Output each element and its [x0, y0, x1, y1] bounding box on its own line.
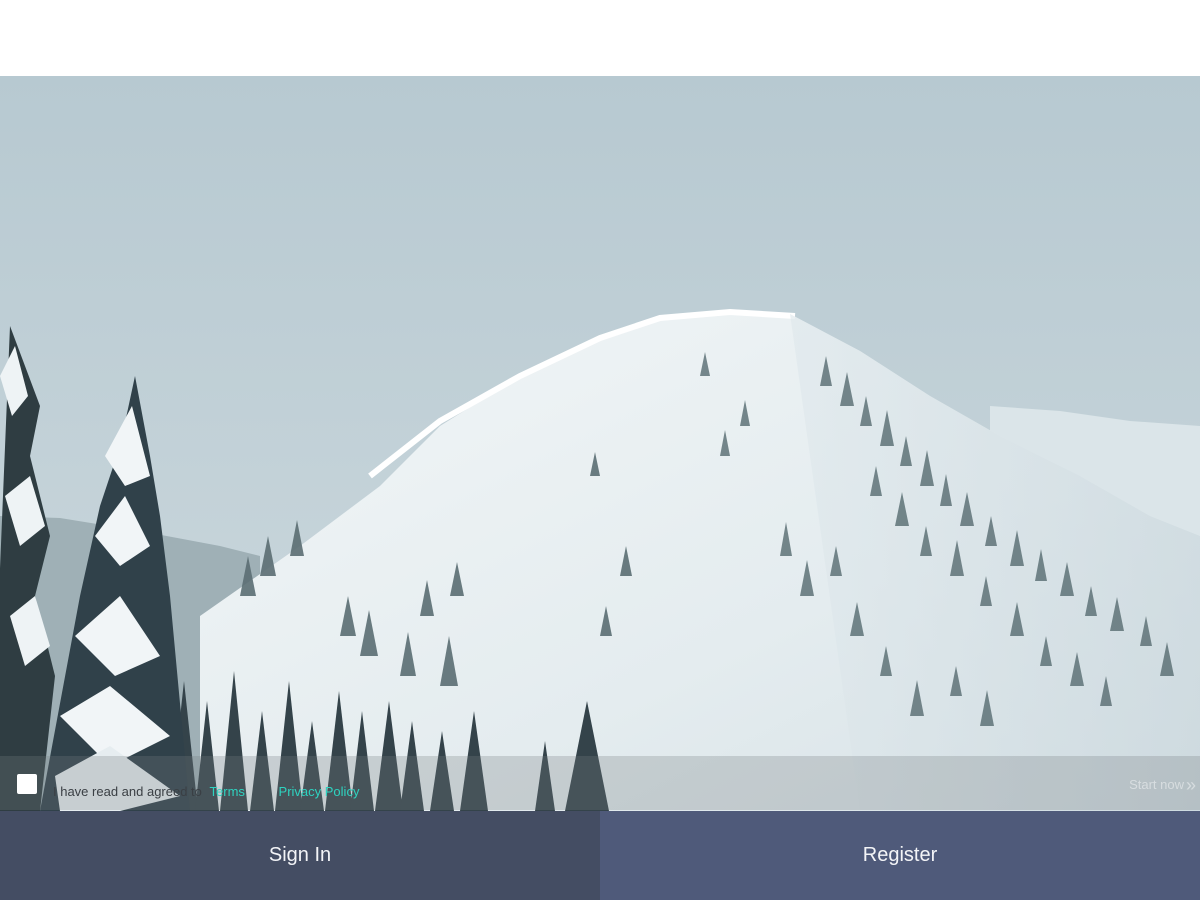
terms-link[interactable]: Terms: [210, 784, 245, 799]
consent-checkbox[interactable]: [17, 774, 37, 794]
register-button[interactable]: Register: [600, 811, 1200, 900]
sign-in-button[interactable]: Sign In: [0, 811, 600, 900]
consent-prefix: I have read and agreed to: [53, 784, 202, 799]
start-now-link[interactable]: Start now»: [1129, 775, 1196, 796]
privacy-policy-link[interactable]: Privacy Policy: [279, 784, 360, 799]
top-bar: [0, 0, 1200, 76]
auth-button-bar: Sign In Register: [0, 811, 1200, 900]
start-now-label: Start now: [1129, 777, 1184, 792]
consent-text: I have read and agreed to Terms Privacy …: [53, 784, 359, 800]
hero-background-image: [0, 76, 1200, 811]
double-chevron-right-icon: »: [1185, 775, 1196, 795]
consent-strip: [0, 756, 1200, 810]
snowy-mountain-illustration: [0, 76, 1200, 811]
